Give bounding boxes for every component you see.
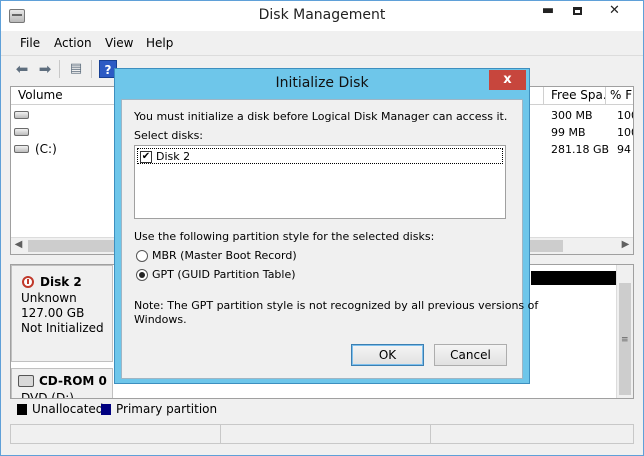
volume-free-space: 99 MB: [551, 126, 586, 139]
disk-list-item[interactable]: ✔ Disk 2: [137, 148, 503, 164]
primary-partition-swatch: [101, 404, 111, 415]
disk-type: Unknown: [21, 291, 77, 305]
maximize-button[interactable]: [563, 1, 591, 23]
disk-list[interactable]: ✔ Disk 2: [134, 145, 506, 219]
partition-style-label: Use the following partition style for th…: [134, 230, 435, 243]
volume-free-space: 300 MB: [551, 109, 593, 122]
column-header-percent-free[interactable]: % F: [606, 87, 633, 105]
gpt-label[interactable]: GPT (GUID Partition Table): [152, 268, 296, 281]
forward-arrow-icon[interactable]: ➡: [36, 60, 54, 78]
scroll-grip-icon: ≡: [621, 335, 629, 345]
volume-percent-free: 100: [617, 109, 633, 122]
volume-name: (C:): [35, 142, 57, 156]
gpt-note-line1: Note: The GPT partition style is not rec…: [134, 299, 539, 312]
scroll-right-icon[interactable]: ▶: [618, 239, 633, 250]
scroll-left-icon[interactable]: ◀: [11, 239, 26, 250]
cdrom-drive: DVD (D:): [21, 391, 74, 399]
menu-bar: File Action View Help: [1, 33, 643, 53]
menu-view[interactable]: View: [105, 36, 133, 50]
cdrom-info[interactable]: CD-ROM 0 DVD (D:): [11, 368, 113, 399]
ok-button[interactable]: OK: [351, 344, 424, 366]
status-cell: [221, 425, 431, 443]
disk-size: 127.00 GB: [21, 306, 85, 320]
status-cell: [11, 425, 221, 443]
initialize-disk-dialog: Initialize Disk x You must initialize a …: [114, 68, 538, 384]
volume-percent-free: 94: [617, 143, 631, 156]
legend-primary-partition: Primary partition: [116, 402, 218, 416]
back-arrow-icon[interactable]: ⬅: [13, 60, 31, 78]
drive-icon: [14, 145, 29, 153]
status-bar: [10, 424, 634, 444]
disk-status: Not Initialized: [21, 321, 104, 335]
dialog-title: Initialize Disk: [275, 75, 369, 91]
mbr-radio[interactable]: [136, 250, 148, 262]
menu-help[interactable]: Help: [146, 36, 173, 50]
gpt-radio[interactable]: [136, 269, 148, 281]
menu-file[interactable]: File: [20, 36, 40, 50]
dialog-body: You must initialize a disk before Logica…: [121, 99, 538, 379]
disk-2-info[interactable]: Disk 2 Unknown 127.00 GB Not Initialized: [11, 265, 113, 362]
legend-unallocated: Unallocated: [32, 402, 104, 416]
dialog-intro-text: You must initialize a disk before Logica…: [134, 110, 508, 123]
disk-not-initialized-icon: [22, 276, 34, 288]
disk-list-label: Disk 2: [156, 150, 191, 163]
volume-percent-free: 100: [617, 126, 633, 139]
close-button[interactable]: ✕: [592, 1, 637, 23]
console-tree-icon[interactable]: ▤: [67, 60, 85, 78]
cancel-button[interactable]: Cancel: [434, 344, 507, 366]
drive-icon: [14, 128, 29, 136]
checkmark-icon[interactable]: ✔: [140, 151, 152, 163]
menu-action[interactable]: Action: [54, 36, 92, 50]
title-bar: Disk Management ▬ ✕: [1, 1, 643, 31]
unallocated-region[interactable]: [531, 271, 616, 285]
vertical-scrollbar[interactable]: ≡: [616, 265, 633, 398]
dialog-close-button[interactable]: x: [489, 70, 526, 90]
volume-free-space: 281.18 GB: [551, 143, 610, 156]
maximize-icon: [572, 6, 582, 15]
toolbar-separator: [59, 60, 60, 78]
column-header-free-space[interactable]: Free Spa...: [544, 87, 606, 105]
minimize-button[interactable]: ▬: [534, 1, 562, 23]
disk-name: Disk 2: [40, 275, 82, 289]
gpt-note-line2: Windows.: [134, 313, 187, 326]
select-disks-label: Select disks:: [134, 129, 204, 142]
cdrom-icon: [18, 375, 34, 387]
unallocated-swatch: [17, 404, 27, 415]
toolbar-separator: [91, 60, 92, 78]
drive-icon: [14, 111, 29, 119]
mbr-label[interactable]: MBR (Master Boot Record): [152, 249, 297, 262]
cdrom-name: CD-ROM 0: [39, 374, 107, 388]
